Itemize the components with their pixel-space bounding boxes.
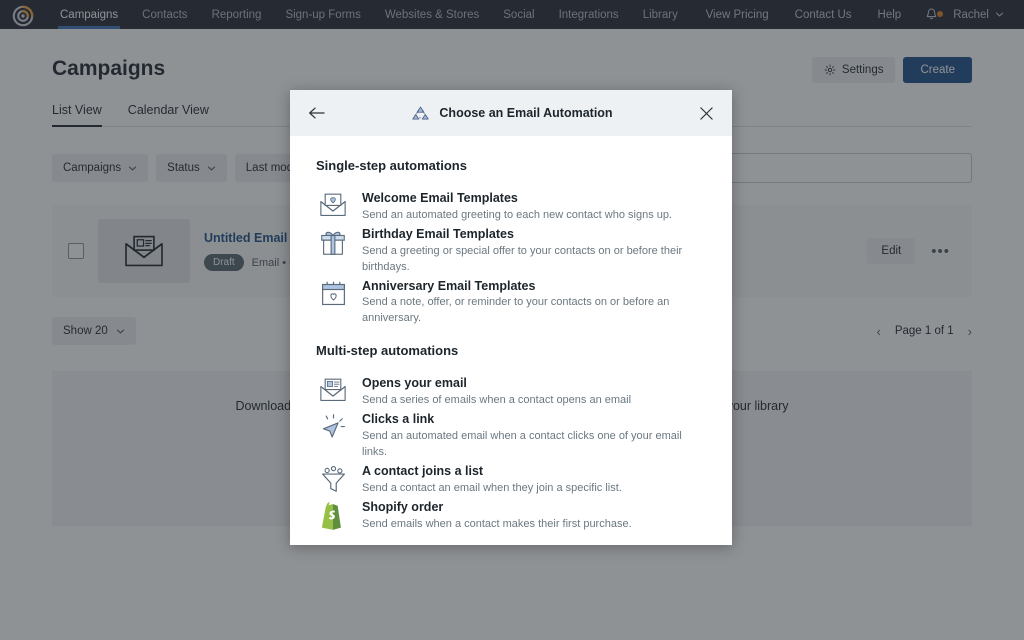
- funnel-contacts-icon: [316, 463, 350, 494]
- envelope-open-icon: [316, 375, 350, 403]
- automation-option-desc: Send a greeting or special offer to your…: [362, 244, 683, 273]
- automation-option-desc: Send an automated greeting to each new c…: [362, 208, 673, 221]
- automation-option-desc: Send emails when a contact makes their f…: [362, 517, 632, 530]
- cursor-click-icon: [316, 411, 350, 441]
- automation-option-opens-email[interactable]: Opens your email Send a series of emails…: [316, 375, 706, 409]
- automation-option-text: Opens your email Send a series of emails…: [362, 375, 706, 409]
- automation-option-joins-list[interactable]: A contact joins a list Send a contact an…: [316, 463, 706, 497]
- close-button[interactable]: [695, 102, 718, 125]
- close-icon: [700, 106, 713, 120]
- automation-option-text: Welcome Email Templates Send an automate…: [362, 190, 706, 224]
- automation-option-clicks-link[interactable]: Clicks a link Send an automated email wh…: [316, 411, 706, 461]
- gift-box-icon: [316, 226, 350, 258]
- calendar-heart-icon: [316, 278, 350, 309]
- automation-option-birthday[interactable]: Birthday Email Templates Send a greeting…: [316, 226, 706, 276]
- automation-flow-icon: [412, 106, 430, 120]
- automation-option-anniversary[interactable]: Anniversary Email Templates Send a note,…: [316, 278, 706, 328]
- section-title-multi-step: Multi-step automations: [316, 343, 459, 359]
- automation-option-shopify-order[interactable]: Shopify order Send emails when a contact…: [316, 499, 706, 533]
- automation-option-text: Shopify order Send emails when a contact…: [362, 499, 706, 533]
- shopify-bag-icon: [316, 499, 350, 531]
- app-root: Campaigns Contacts Reporting Sign-up For…: [0, 0, 1024, 640]
- automation-option-desc: Send a note, offer, or reminder to your …: [362, 296, 670, 325]
- automation-option-desc: Send a contact an email when they join a…: [362, 481, 622, 494]
- automation-option-desc: Send a series of emails when a contact o…: [362, 394, 632, 407]
- section-title-single-step: Single-step automations: [316, 158, 467, 173]
- automation-option-name: Opens your email: [362, 376, 467, 391]
- modal-title-group: Choose an Email Automation: [329, 104, 695, 123]
- automation-option-text: Anniversary Email Templates Send a note,…: [362, 278, 706, 328]
- automation-option-name: Clicks a link: [362, 412, 435, 427]
- modal-header: Choose an Email Automation: [290, 90, 732, 136]
- automation-option-text: Clicks a link Send an automated email wh…: [362, 411, 706, 461]
- back-button[interactable]: [304, 102, 329, 124]
- choose-email-automation-modal: Choose an Email Automation Single-step a…: [290, 90, 732, 545]
- automation-option-welcome[interactable]: Welcome Email Templates Send an automate…: [316, 190, 706, 224]
- arrow-left-icon: [309, 107, 325, 119]
- automation-option-name: Birthday Email Templates: [362, 226, 514, 241]
- automation-option-name: Welcome Email Templates: [362, 191, 518, 205]
- automation-option-name: Shopify order: [362, 499, 444, 514]
- automation-option-desc: Send an automated email when a contact c…: [362, 430, 682, 458]
- automation-option-name: Anniversary Email Templates: [362, 278, 536, 293]
- envelope-heart-icon: [316, 190, 350, 218]
- modal-body: Single-step automations Welcome Email Te…: [290, 136, 732, 545]
- modal-title: Choose an Email Automation: [439, 106, 613, 120]
- automation-option-text: A contact joins a list Send a contact an…: [362, 463, 706, 497]
- automation-option-name: A contact joins a list: [362, 463, 484, 478]
- automation-option-text: Birthday Email Templates Send a greeting…: [362, 226, 706, 276]
